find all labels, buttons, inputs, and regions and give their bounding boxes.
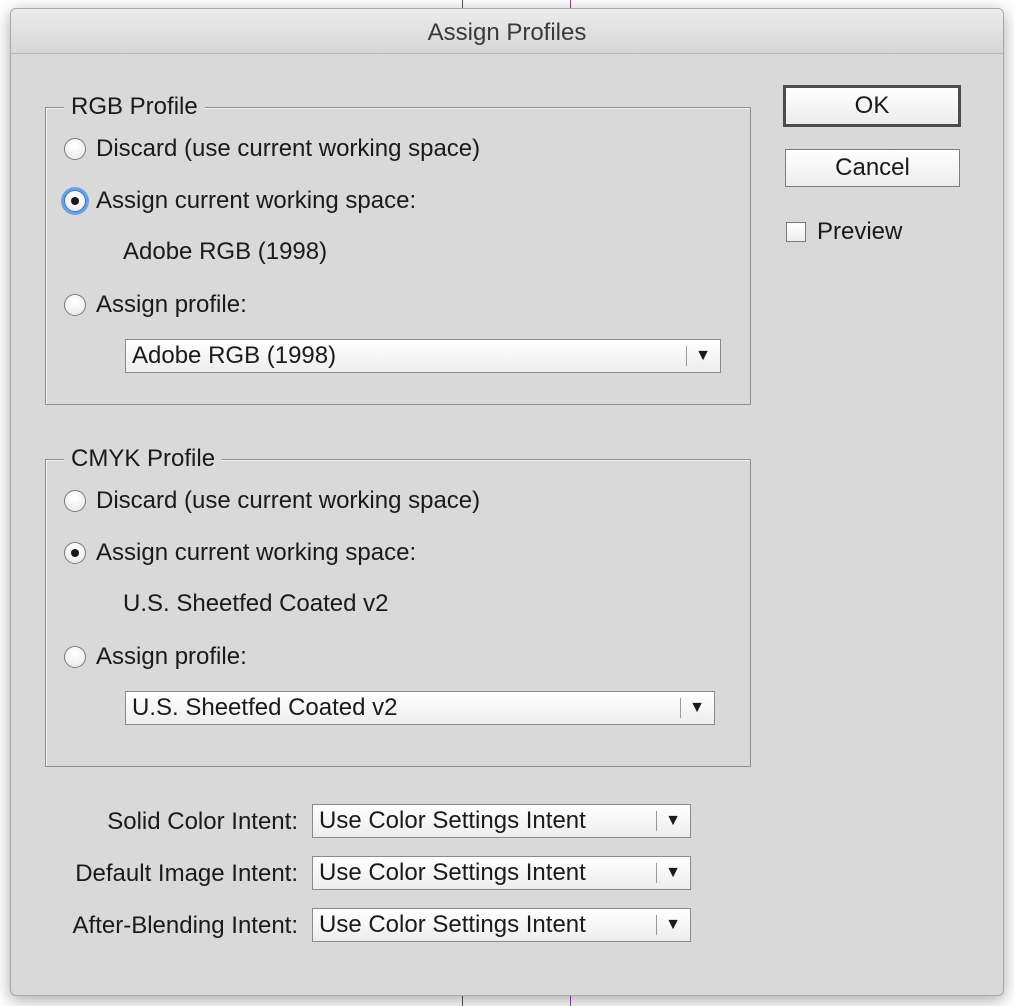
ok-button[interactable]: OK (783, 85, 961, 127)
select-separator (656, 915, 657, 935)
rgb-assign-working-radio[interactable] (64, 190, 86, 212)
assign-profiles-dialog: Assign Profiles RGB Profile Discard (use… (10, 8, 1004, 996)
preview-label: Preview (817, 218, 903, 245)
cmyk-profile-group: CMYK Profile Discard (use current workin… (45, 443, 751, 767)
cmyk-assign-profile-label: Assign profile: (96, 643, 247, 670)
default-image-intent-value: Use Color Settings Intent (319, 859, 586, 886)
cancel-button[interactable]: Cancel (785, 149, 960, 187)
rgb-assign-profile-option[interactable]: Assign profile: (64, 288, 247, 322)
cmyk-discard-option[interactable]: Discard (use current working space) (64, 484, 480, 518)
default-image-intent-select[interactable]: Use Color Settings Intent ▼ (312, 856, 691, 890)
select-separator (686, 346, 687, 366)
chevron-down-icon: ▼ (665, 916, 681, 933)
cmyk-discard-radio[interactable] (64, 490, 86, 512)
rgb-assign-profile-label: Assign profile: (96, 291, 247, 318)
rgb-discard-option[interactable]: Discard (use current working space) (64, 132, 480, 166)
rgb-discard-radio[interactable] (64, 138, 86, 160)
preview-checkbox-row[interactable]: Preview (786, 216, 902, 248)
chevron-down-icon: ▼ (665, 864, 681, 881)
cmyk-assign-working-option[interactable]: Assign current working space: (64, 536, 416, 570)
preview-checkbox[interactable] (786, 222, 806, 242)
cmyk-profile-select[interactable]: U.S. Sheetfed Coated v2 ▼ (125, 691, 715, 725)
rgb-discard-label: Discard (use current working space) (96, 135, 481, 162)
rgb-assign-working-label: Assign current working space: (96, 187, 417, 214)
cmyk-working-space-value: U.S. Sheetfed Coated v2 (123, 590, 389, 617)
rgb-profile-legend: RGB Profile (64, 91, 205, 123)
cmyk-discard-label: Discard (use current working space) (96, 487, 481, 514)
solid-color-intent-label: Solid Color Intent: (107, 808, 298, 835)
chevron-down-icon: ▼ (665, 812, 681, 829)
solid-color-intent-value: Use Color Settings Intent (319, 807, 586, 834)
cmyk-assign-profile-option[interactable]: Assign profile: (64, 640, 247, 674)
rgb-profile-select[interactable]: Adobe RGB (1998) ▼ (125, 339, 721, 373)
after-blending-intent-label: After-Blending Intent: (72, 912, 298, 939)
cmyk-assign-working-radio[interactable] (64, 542, 86, 564)
rgb-profile-group: RGB Profile Discard (use current working… (45, 91, 751, 405)
select-separator (656, 863, 657, 883)
cmyk-assign-profile-radio[interactable] (64, 646, 86, 668)
cmyk-profile-select-value: U.S. Sheetfed Coated v2 (132, 694, 398, 721)
rgb-working-space-value: Adobe RGB (1998) (123, 238, 328, 265)
chevron-down-icon: ▼ (689, 699, 705, 716)
select-separator (680, 698, 681, 718)
rgb-assign-profile-radio[interactable] (64, 294, 86, 316)
chevron-down-icon: ▼ (695, 347, 711, 364)
rgb-profile-select-value: Adobe RGB (1998) (132, 342, 337, 369)
cmyk-profile-legend: CMYK Profile (64, 443, 223, 475)
solid-color-intent-select[interactable]: Use Color Settings Intent ▼ (312, 804, 691, 838)
dialog-title: Assign Profiles (11, 9, 1003, 54)
cmyk-assign-working-label: Assign current working space: (96, 539, 417, 566)
after-blending-intent-value: Use Color Settings Intent (319, 911, 586, 938)
after-blending-intent-select[interactable]: Use Color Settings Intent ▼ (312, 908, 691, 942)
rgb-assign-working-option[interactable]: Assign current working space: (64, 184, 416, 218)
select-separator (656, 811, 657, 831)
default-image-intent-label: Default Image Intent: (75, 860, 298, 887)
